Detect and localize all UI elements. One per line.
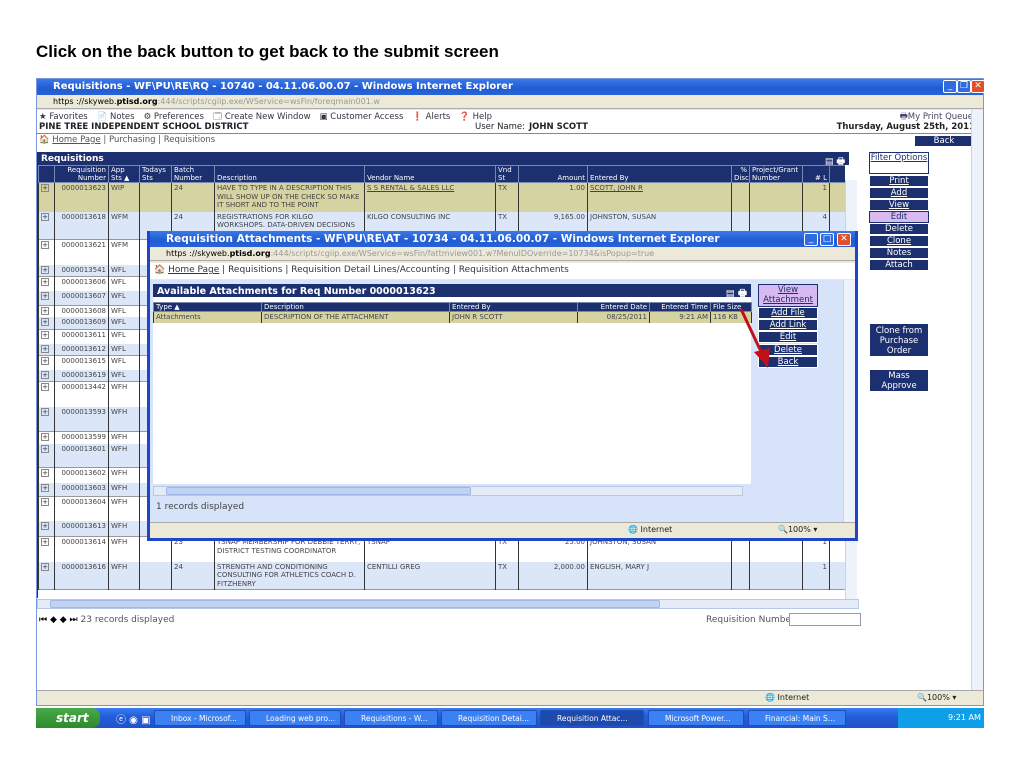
- taskbar-item[interactable]: Microsoft Power...: [648, 710, 744, 726]
- start-button[interactable]: start: [36, 708, 100, 728]
- taskbar-item[interactable]: Requisition Detai...: [441, 710, 537, 726]
- windows-taskbar: start ⓔ ◉ ▣ Inbox - Microsof... Loading w…: [36, 708, 984, 728]
- taskbar-item[interactable]: Requisitions - W...: [344, 710, 438, 726]
- annotation-arrow: [739, 308, 770, 368]
- taskbar-item[interactable]: Loading web pro...: [249, 710, 341, 726]
- system-tray: 9:21 AM: [898, 708, 984, 728]
- taskbar-item[interactable]: Financial: Main S...: [748, 710, 846, 726]
- quick-launch-icons[interactable]: ⓔ ◉ ▣: [116, 711, 151, 726]
- taskbar-item[interactable]: Requisition Attac...: [540, 710, 644, 726]
- clock: 9:21 AM: [948, 713, 981, 722]
- taskbar-item[interactable]: Inbox - Microsof...: [154, 710, 246, 726]
